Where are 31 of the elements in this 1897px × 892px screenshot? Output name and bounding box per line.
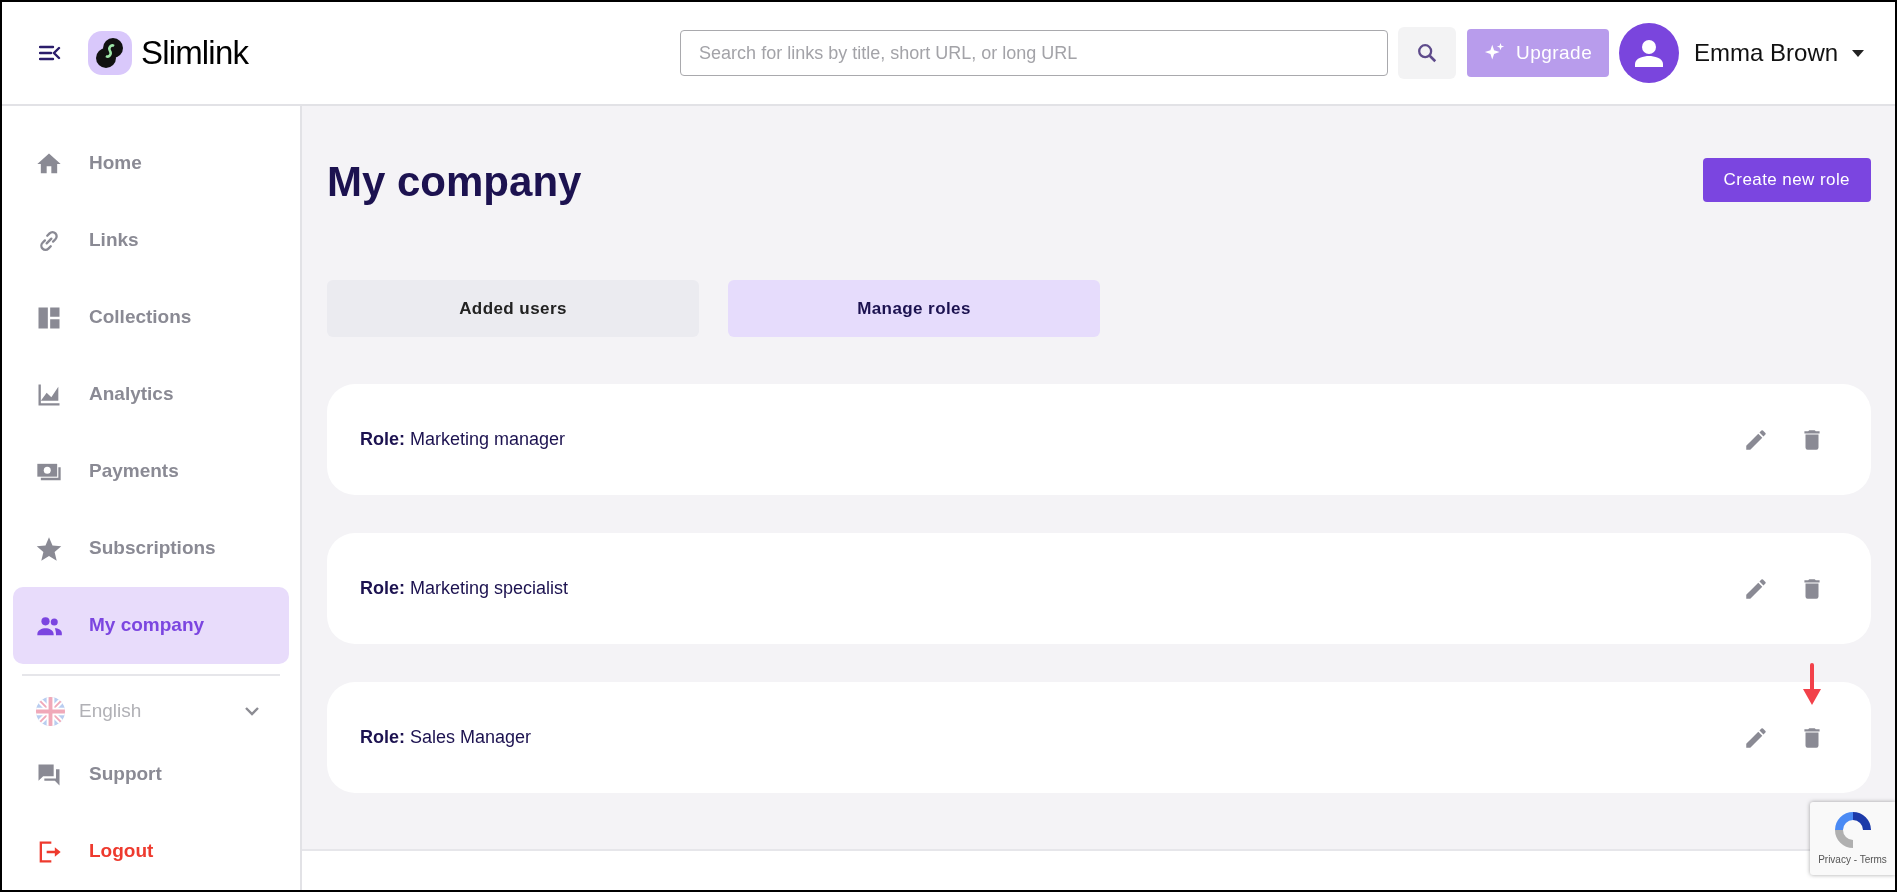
sidebar-item[interactable]: Subscriptions [13, 510, 289, 587]
logo-icon [87, 30, 133, 76]
language-selector[interactable]: English [79, 696, 244, 726]
search-icon [1416, 42, 1439, 64]
sidebar-item[interactable]: Collections [13, 279, 289, 356]
search-field[interactable]: Search for links by title, short URL, or long URL [680, 30, 1389, 76]
page-title: My company [327, 156, 582, 207]
caret-icon[interactable] [1852, 49, 1865, 57]
support-link[interactable]: Support [13, 736, 289, 813]
privacy-terms-links[interactable]: Privacy - Terms [1818, 852, 1887, 867]
avatar-icon[interactable] [1619, 23, 1680, 83]
chevron-down-icon[interactable] [244, 706, 260, 716]
sidebar-item[interactable]: Analytics [13, 356, 289, 433]
menu-collapse-icon[interactable] [39, 45, 61, 61]
search-button[interactable] [1398, 27, 1457, 79]
logout-link[interactable]: Logout [13, 813, 289, 890]
uk-flag-icon [36, 696, 65, 726]
role-text: Role: Sales Manager [360, 726, 533, 749]
user-name[interactable]: Emma Brown [1694, 35, 1839, 71]
sidebar-item[interactable]: Home [13, 125, 289, 202]
sidebar-item[interactable]: My company [13, 587, 289, 664]
role-text: Role: Marketing specialist [360, 577, 570, 600]
sidebar-item[interactable]: Links [13, 202, 289, 279]
role-text: Role: Marketing manager [360, 428, 567, 451]
sidebar-item[interactable]: Payments [13, 433, 289, 510]
annotation-arrow [1802, 662, 1822, 707]
upgrade-button[interactable]: Upgrade [1467, 29, 1610, 77]
tab[interactable]: Added users [327, 280, 699, 337]
create-role-button[interactable]: Create new role [1702, 158, 1871, 202]
logo-text: Slimlink [141, 33, 249, 74]
tab[interactable]: Manage roles [728, 280, 1100, 337]
